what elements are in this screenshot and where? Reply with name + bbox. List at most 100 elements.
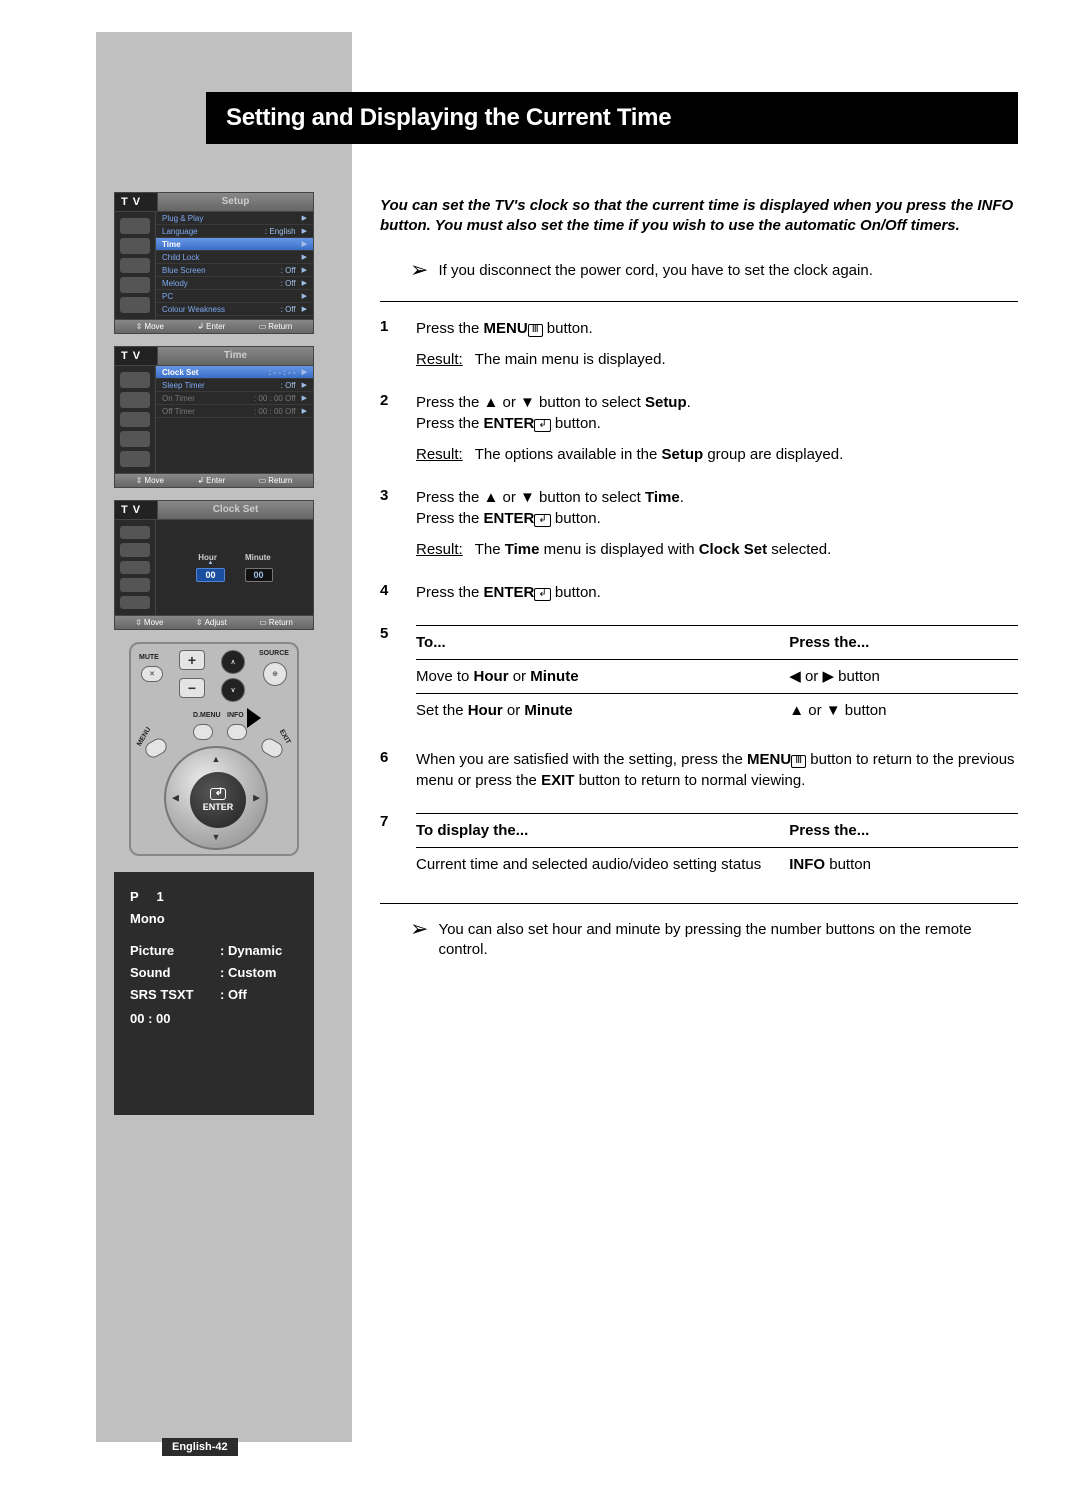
footer-move: Move xyxy=(144,476,164,485)
info-label: INFO xyxy=(227,712,244,719)
navigation-wheel: ▲ ▼ ◀ ▶ ENTER xyxy=(164,746,268,850)
osd-setup-footer: ⇳Move ↲Enter ▭Return xyxy=(114,320,314,334)
final-note-text: You can also set hour and minute by pres… xyxy=(438,920,1018,961)
step-5-row-set: Set the Hour or Minute xyxy=(416,693,789,727)
osd-tv-label: T V xyxy=(115,501,157,519)
enter-label: ENTER xyxy=(203,802,234,812)
osd-tab-icon xyxy=(120,561,150,574)
osd-time-title: Time xyxy=(157,347,313,365)
info-channel: P 1 xyxy=(130,886,298,908)
osd-tab-icon xyxy=(120,543,150,556)
osd-row: Sleep Timer: Off▶ xyxy=(156,379,313,392)
step-7-table: To display the... Press the... Current t… xyxy=(416,813,1018,881)
osd-tab-icon xyxy=(120,431,150,447)
step-5-row-set-btn: ▲ or ▼ button xyxy=(789,693,1018,727)
info-time: 00 : 00 xyxy=(130,1008,298,1030)
step-2: 2 Press the ▲ or ▼ button to select Setu… xyxy=(380,392,1018,465)
step-7-row-val: INFO button xyxy=(789,847,1018,881)
divider xyxy=(380,903,1018,904)
info-srs-key: SRS TSXT xyxy=(130,984,220,1006)
page-title-bar: Setting and Displaying the Current Time xyxy=(206,92,1018,144)
step-3-result: The Time menu is displayed with Clock Se… xyxy=(475,539,832,560)
info-panel-figure: P 1 Mono Picture : Dynamic Sound : Custo… xyxy=(114,872,314,1115)
mute-label: MUTE xyxy=(139,654,159,661)
source-button-icon: ⊕ xyxy=(263,662,287,686)
step-6-text: When you are satisfied with the setting,… xyxy=(416,749,1018,791)
info-picture-val: Dynamic xyxy=(228,940,298,962)
intro-text: You can set the TV's clock so that the c… xyxy=(380,196,1018,237)
note-text: If you disconnect the power cord, you ha… xyxy=(438,261,1018,281)
osd-tab-icon xyxy=(120,258,150,274)
step-7-row-key: Current time and selected audio/video se… xyxy=(416,847,789,881)
osd-setup-rows: Plug & Play▶Language: English▶Time▶Child… xyxy=(156,212,314,320)
page-number: English-42 xyxy=(162,1438,238,1456)
osd-tab-icon xyxy=(120,451,150,467)
minute-label: Minute xyxy=(245,553,271,562)
osd-clock-set-figure: T V Clock Set Hour Minute xyxy=(114,500,314,630)
step-5-table: To... Press the... Move to Hour or Minut… xyxy=(416,625,1018,727)
osd-row: Blue Screen: Off▶ xyxy=(156,264,313,277)
info-srs-val: Off xyxy=(228,984,298,1006)
content-column: You can set the TV's clock so that the c… xyxy=(380,196,1018,980)
osd-tab-icon xyxy=(120,297,150,313)
step-5-col-to: To... xyxy=(416,625,789,659)
figure-sidebar: T V Setup Plug & Play▶Language: English▶… xyxy=(96,32,352,1442)
footer-return: Return xyxy=(268,322,292,331)
note-arrow-icon: ➢ xyxy=(410,259,428,281)
result-label: Result xyxy=(416,541,459,558)
step-3: 3 Press the ▲ or ▼ button to select Time… xyxy=(380,487,1018,560)
osd-setup-figure: T V Setup Plug & Play▶Language: English▶… xyxy=(114,192,314,334)
step-7: 7 To display the... Press the... Current… xyxy=(380,813,1018,881)
osd-row: Child Lock▶ xyxy=(156,251,313,264)
enter-icon: ↲ xyxy=(534,419,550,432)
step-1: 1 Press the MENUⅢ button. Result: The ma… xyxy=(380,318,1018,370)
osd-row: Colour Weakness: Off▶ xyxy=(156,303,313,316)
info-mono: Mono xyxy=(130,908,298,930)
enter-icon: ↲ xyxy=(534,514,550,527)
footer-return: Return xyxy=(268,476,292,485)
remote-illustration: MUTE ✕ + − ∧ ∨ SOURCE ⊕ D.MENU INFO MENU… xyxy=(129,642,299,856)
osd-tab-icon xyxy=(120,596,150,609)
mute-button-icon: ✕ xyxy=(141,666,163,682)
step-5-row-move-btn: ◀ or ▶ button xyxy=(789,659,1018,693)
channel-down-icon: ∨ xyxy=(221,678,245,702)
step-6: 6 When you are satisfied with the settin… xyxy=(380,749,1018,791)
page-title: Setting and Displaying the Current Time xyxy=(226,104,998,132)
osd-clock-footer: ⇳Move ⇳Adjust ▭Return xyxy=(114,616,314,630)
result-label: Result xyxy=(416,351,459,368)
result-label: Result xyxy=(416,446,459,463)
footer-move: Move xyxy=(144,322,164,331)
info-button-icon xyxy=(227,724,247,740)
menu-icon: Ⅲ xyxy=(528,324,543,337)
osd-row: Language: English▶ xyxy=(156,225,313,238)
footer-enter: Enter xyxy=(206,322,225,331)
info-sound-key: Sound xyxy=(130,962,220,984)
osd-row: PC▶ xyxy=(156,290,313,303)
osd-row: Melody: Off▶ xyxy=(156,277,313,290)
step-5-row-move: Move to Hour or Minute xyxy=(416,659,789,693)
enter-icon xyxy=(210,788,226,800)
note-arrow-icon: ➢ xyxy=(410,918,428,961)
source-label: SOURCE xyxy=(259,650,289,657)
osd-tv-label: T V xyxy=(115,193,157,211)
osd-tab-icon xyxy=(120,238,150,254)
osd-row: Time▶ xyxy=(156,238,313,251)
step-5-col-press: Press the... xyxy=(789,625,1018,659)
osd-time-footer: ⇳Move ↲Enter ▭Return xyxy=(114,474,314,488)
disconnect-note: ➢ If you disconnect the power cord, you … xyxy=(410,261,1018,281)
osd-row: Plug & Play▶ xyxy=(156,212,313,225)
osd-row: Clock Set: - - : - -▶ xyxy=(156,366,313,379)
final-note: ➢ You can also set hour and minute by pr… xyxy=(410,920,1018,961)
menu-icon: Ⅲ xyxy=(791,755,806,768)
info-callout-arrow xyxy=(247,708,261,728)
osd-tv-label: T V xyxy=(115,347,157,365)
osd-time-figure: T V Time Clock Set: - - : - -▶Sleep Time… xyxy=(114,346,314,488)
step-2-result: The options available in the Setup group… xyxy=(475,444,844,465)
dmenu-label: D.MENU xyxy=(193,712,221,719)
osd-tab-icon xyxy=(120,372,150,388)
volume-up-icon: + xyxy=(179,650,205,670)
osd-tab-icon xyxy=(120,578,150,591)
osd-row: On Timer: 00 : 00 Off▶ xyxy=(156,392,313,405)
osd-tab-icon xyxy=(120,526,150,539)
step-7-col-display: To display the... xyxy=(416,813,789,847)
